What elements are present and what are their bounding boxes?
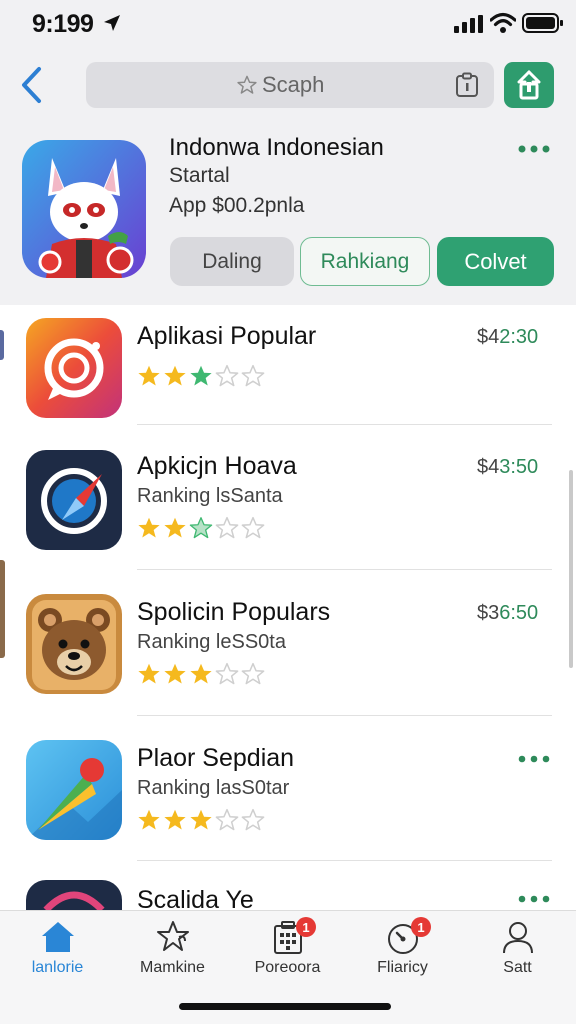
star-icon [241, 516, 265, 539]
home-indicator [179, 1003, 391, 1010]
star-icon [164, 663, 186, 684]
star-icon [241, 662, 265, 685]
divider [137, 424, 552, 425]
star-icon [138, 663, 160, 684]
star-icon [241, 808, 265, 831]
camera-chat-icon [26, 318, 122, 418]
search-text: Scaph [262, 72, 325, 97]
clipboard-icon[interactable] [454, 72, 480, 98]
tab-label: Poreoora [254, 959, 321, 976]
rating-stars [136, 516, 266, 540]
side-peek [0, 560, 5, 658]
tab-label: lanlorie [31, 959, 84, 976]
featured-app-subtitle: Startal [169, 164, 230, 187]
app-price: $42:30 [477, 326, 539, 348]
divider [137, 715, 552, 716]
cellular-signal-icon [454, 15, 483, 33]
star-icon [215, 516, 239, 539]
more-icon[interactable] [517, 753, 551, 765]
location-arrow-icon [104, 15, 120, 31]
star-icon [190, 663, 212, 684]
star-icon [190, 365, 212, 386]
app-name: Aplikasi Popular [137, 322, 317, 350]
tab-label: Mamkine [140, 959, 205, 976]
divider [137, 569, 552, 570]
star-icon [164, 517, 186, 538]
star-icon [138, 365, 160, 386]
tab-mamkine[interactable]: Mamkine [115, 911, 230, 991]
back-button[interactable] [14, 62, 48, 108]
daling-button[interactable]: Daling [170, 237, 294, 286]
star-icon [189, 517, 213, 539]
person-icon [503, 922, 533, 954]
search-input[interactable]: Scaph [86, 62, 494, 108]
tab-poreoora[interactable]: 1 Poreoora [230, 911, 345, 991]
status-time: 9:199 [32, 10, 94, 38]
featured-app-icon[interactable] [22, 140, 146, 278]
app-name: Apkicjn Hoava [137, 452, 297, 480]
star-icon [215, 364, 239, 387]
app-price: $36:50 [477, 602, 539, 624]
rating-stars [136, 662, 266, 686]
app-subtitle: Ranking lasS0tar [137, 777, 290, 799]
more-icon[interactable] [517, 893, 551, 905]
bear-icon [26, 594, 122, 694]
battery-icon [522, 13, 563, 33]
app-price: $43:50 [477, 456, 539, 478]
notification-badge: 1 [411, 917, 431, 937]
star-icon [138, 517, 160, 538]
tab-satt[interactable]: Satt [460, 911, 575, 991]
more-icon[interactable] [516, 142, 552, 156]
ranking-button[interactable]: Rahkiang [300, 237, 430, 286]
collect-button[interactable]: Colvet [437, 237, 554, 286]
star-icon [190, 809, 212, 830]
divider [137, 860, 552, 861]
star-icon [164, 365, 186, 386]
share-button[interactable] [504, 62, 554, 108]
star-icon [138, 809, 160, 830]
share-icon [517, 70, 541, 100]
tab-home[interactable]: lanlorie [0, 911, 115, 991]
chevron-left-icon [22, 67, 41, 103]
tab-fliaricy[interactable]: 1 Fliaricy [345, 911, 460, 991]
star-icon [241, 364, 265, 387]
rating-stars [136, 808, 266, 832]
tab-label: Fliaricy [377, 959, 428, 976]
featured-app-title: Indonwa Indonesian [169, 134, 384, 161]
app-subtitle: Ranking leSS0ta [137, 631, 286, 653]
ring-icon [26, 880, 122, 910]
compass-icon [26, 450, 122, 550]
status-bar: 9:199 [0, 0, 576, 48]
tab-bar: lanlorie Mamkine 1 Poreoora 1 Fliaricy S… [0, 910, 576, 1024]
tab-label: Satt [503, 959, 532, 976]
featured-app-price: App $00.2pnla [169, 194, 305, 217]
star-icon [215, 662, 239, 685]
rating-stars [136, 364, 266, 388]
scrollbar[interactable] [569, 470, 573, 668]
app-subtitle: Ranking lsSanta [137, 485, 283, 507]
fox-mascot-icon [22, 140, 146, 278]
wifi-icon [490, 12, 516, 33]
map-pin-icon [26, 740, 122, 840]
star-outline-icon [237, 75, 257, 94]
star-icon [215, 808, 239, 831]
notification-badge: 1 [296, 917, 316, 937]
side-peek [0, 330, 4, 360]
app-name: Spolicin Populars [137, 598, 331, 626]
app-name: Plaor Sepdian [137, 744, 295, 772]
home-icon [42, 922, 74, 952]
star-puzzle-icon [157, 921, 189, 951]
star-icon [164, 809, 186, 830]
